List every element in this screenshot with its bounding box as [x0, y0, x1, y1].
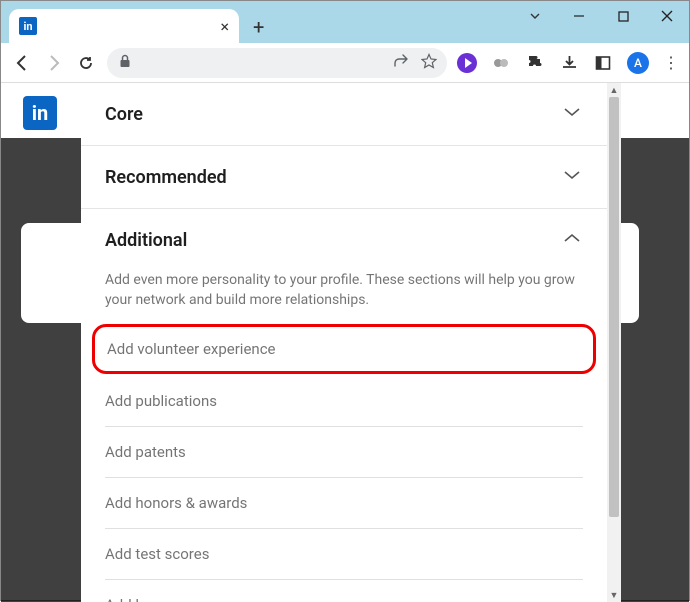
item-add-volunteer-experience[interactable]: Add volunteer experience — [92, 324, 596, 374]
linkedin-logo[interactable]: in — [23, 96, 57, 130]
tab-search-icon[interactable] — [513, 1, 557, 31]
tab-close-icon[interactable]: × — [220, 17, 229, 36]
chevron-up-icon — [561, 227, 583, 253]
section-core[interactable]: Core — [81, 83, 607, 146]
chrome-menu-icon[interactable]: ⋮ — [663, 53, 679, 72]
linkedin-favicon: in — [19, 17, 37, 35]
scrollbar-thumb[interactable] — [609, 97, 619, 517]
item-add-test-scores[interactable]: Add test scores — [105, 529, 583, 580]
item-add-publications[interactable]: Add publications — [105, 376, 583, 427]
scrollbar-down-arrow[interactable]: ▼ — [607, 588, 621, 602]
section-core-title: Core — [105, 104, 143, 125]
forward-button[interactable] — [43, 54, 65, 72]
address-bar[interactable] — [107, 48, 447, 78]
chevron-down-icon — [561, 164, 583, 190]
item-add-languages[interactable]: Add languages — [105, 580, 583, 602]
close-window-button[interactable] — [645, 1, 689, 31]
scrollbar-up-arrow[interactable]: ▲ — [607, 83, 621, 97]
lock-icon — [119, 54, 131, 72]
section-additional-title: Additional — [105, 230, 187, 251]
maximize-button[interactable] — [601, 1, 645, 31]
back-button[interactable] — [11, 54, 33, 72]
new-tab-button[interactable]: + — [253, 15, 264, 39]
extensions-puzzle-icon[interactable] — [525, 53, 545, 73]
browser-toolbar: A ⋮ — [1, 43, 689, 83]
extension-icon-2[interactable] — [491, 53, 511, 73]
scrollbar[interactable]: ▲ ▼ — [607, 83, 621, 602]
page-content: in Core Recommended Additional — [1, 83, 689, 602]
section-recommended[interactable]: Recommended — [81, 146, 607, 209]
minimize-button[interactable] — [557, 1, 601, 31]
play-extension-icon[interactable] — [457, 53, 477, 73]
chevron-down-icon — [561, 101, 583, 127]
browser-tab[interactable]: in × — [9, 9, 239, 43]
add-section-modal: Core Recommended Additional — [81, 83, 621, 602]
bookmark-star-icon[interactable] — [421, 53, 437, 73]
side-panel-icon[interactable] — [593, 53, 613, 73]
share-icon[interactable] — [393, 53, 409, 73]
downloads-icon[interactable] — [559, 53, 579, 73]
reload-button[interactable] — [75, 54, 97, 72]
item-add-honors-awards[interactable]: Add honors & awards — [105, 478, 583, 529]
section-recommended-title: Recommended — [105, 167, 227, 188]
section-additional-description: Add even more personality to your profil… — [81, 271, 607, 322]
window-titlebar: in × + — [1, 1, 689, 43]
item-add-patents[interactable]: Add patents — [105, 427, 583, 478]
section-additional[interactable]: Additional — [81, 209, 607, 271]
profile-avatar[interactable]: A — [627, 52, 649, 74]
